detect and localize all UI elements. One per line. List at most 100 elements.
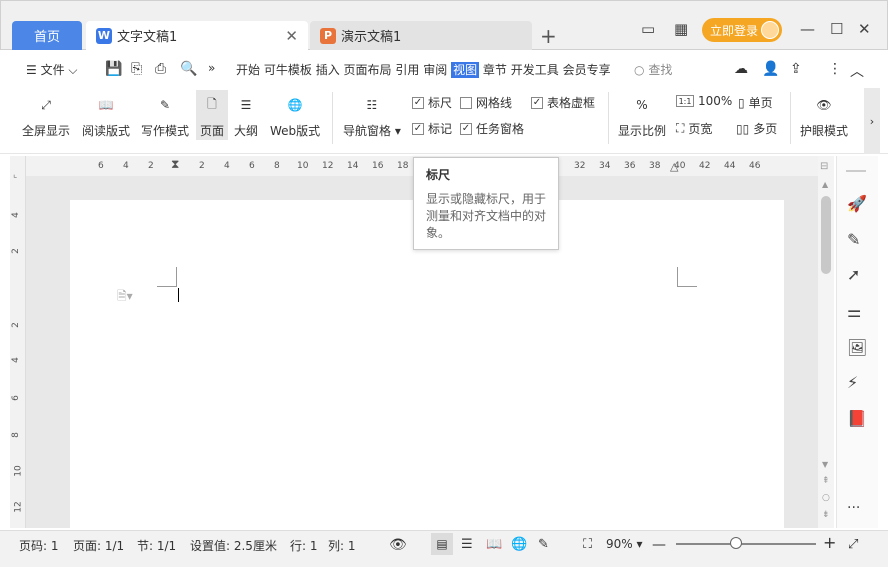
zoom-dropdown[interactable]: 90% ▾ [606,537,643,551]
close-window-icon[interactable]: ✕ [858,20,871,38]
paragraph-layout-icon[interactable]: 🗎▾ [117,287,133,308]
status-page-count[interactable]: 页面: 1/1 [73,537,124,554]
file-menu-label: 文件 [40,63,65,77]
export-icon[interactable]: ⎘ [131,61,142,77]
scroll-up-icon[interactable]: ▲ [822,180,828,189]
scroll-down-icon[interactable]: ▼ [822,460,828,469]
tab-review[interactable]: 审阅 [423,63,447,77]
next-page-icon[interactable]: ⇟ [822,510,830,520]
user-icon[interactable]: 👤 [762,61,779,77]
pen-icon[interactable]: ✎ [847,230,860,249]
zoom-slider-handle[interactable] [730,537,742,549]
maximize-icon[interactable]: ☐ [830,20,843,38]
page-width-button[interactable]: ⛶ 页宽 [676,120,712,137]
single-page-button[interactable]: ▯ 单页 [738,94,773,111]
zoom-out-icon[interactable]: — [652,537,666,553]
layout-icon[interactable]: ▭ [641,20,655,38]
table-virtual-checkbox[interactable]: ✓ 表格虚框 [531,94,595,111]
web-view-icon[interactable]: 🌐 [511,537,527,552]
zoom-slider-track[interactable] [676,543,816,545]
tab-references[interactable]: 引用 [395,63,419,77]
login-button[interactable]: 立即登录 [702,18,782,42]
rocket-icon[interactable]: 🚀 [847,194,867,213]
reading-view-icon[interactable]: 📖 [486,537,502,552]
book-search-icon[interactable]: 📕 [847,409,867,428]
mark-label: 标记 [428,122,453,136]
save-icon[interactable]: 💾 [105,61,122,77]
writing-view-icon[interactable]: ✎ [538,537,549,552]
search-box[interactable]: ○ 查找 [634,61,672,78]
browse-object-icon[interactable]: ○ [822,493,830,503]
reading-layout-button[interactable]: 📖 阅读版式 [82,94,130,139]
image-edit-icon[interactable]: 🖼 [847,338,867,357]
status-section[interactable]: 节: 1/1 [137,537,176,554]
divider [608,92,609,144]
zoom-in-icon[interactable]: + [823,533,836,552]
ruler-tick: 2 [10,248,21,254]
multi-page-icon: ▯▯ [736,121,750,136]
fullscreen-icon[interactable]: ⤢ [848,537,858,552]
web-label: Web版式 [270,124,321,138]
prev-page-icon[interactable]: ⇞ [822,476,830,486]
minimize-icon[interactable]: — [800,20,815,38]
tab-stop-icon[interactable]: ⌞ [13,170,17,180]
file-menu[interactable]: ☰ 文件 ⌵ [26,61,78,78]
tab-insert[interactable]: 插入 [316,63,340,77]
web-layout-button[interactable]: 🌐 Web版式 [270,94,320,139]
lightning-icon[interactable]: ⚡ [847,373,858,392]
page-view-status-icon[interactable]: ▤ [431,533,453,555]
chevron-down-icon: ▾ [636,537,643,551]
ribbon-scroll-right-icon[interactable]: › [864,88,880,154]
fullscreen-button[interactable]: ⤢ 全屏显示 [22,94,70,139]
tab-sections[interactable]: 章节 [483,63,507,77]
indent-marker-icon[interactable]: ⧗ [171,157,179,172]
scroll-thumb[interactable] [821,196,831,274]
outline-button[interactable]: ☰ 大纲 [234,94,258,139]
tab-start[interactable]: 开始 [236,63,260,77]
eye-care-button[interactable]: 👁 护眼模式 [800,94,848,139]
cloud-icon[interactable]: ☁ [734,61,748,77]
tab-home[interactable]: 首页 [12,21,82,50]
more-vertical-icon[interactable]: ⋮ [828,61,842,77]
tab-document[interactable]: W 文字文稿1 ✕ [86,21,308,50]
nav-pane-button[interactable]: ☷ 导航窗格 ▾ [343,94,401,139]
tab-templates[interactable]: 可牛模板 [264,63,312,77]
writing-mode-button[interactable]: ✎ 写作模式 [141,94,189,139]
sliders-icon[interactable]: ⚌ [847,302,861,321]
status-row[interactable]: 行: 1 [290,537,318,554]
mark-checkbox[interactable]: ✓ 标记 [412,120,452,137]
tab-presentation[interactable]: P 演示文稿1 [310,21,532,50]
zoom-ratio-button[interactable]: % 显示比例 [618,94,666,139]
close-tab-icon[interactable]: ✕ [285,27,298,45]
ruler-tick: 16 [372,161,384,171]
tab-page-layout[interactable]: 页面布局 [344,63,392,77]
ruler-checkbox[interactable]: ✓ 标尺 [412,94,452,111]
more-icon[interactable]: » [208,61,215,75]
right-indent-marker-icon[interactable]: △ [670,160,678,173]
page-view-button[interactable]: 🗋 页面 [196,90,228,140]
apps-grid-icon[interactable]: ▦ [674,20,688,38]
status-setting[interactable]: 设置值: 2.5厘米 [190,537,277,554]
chevron-down-icon: ⌵ [64,63,78,77]
print-icon[interactable]: ⎙ [155,61,166,77]
fit-page-icon[interactable]: ⛶ [583,537,592,552]
split-icon[interactable]: ⊟ [820,161,828,172]
multi-page-button[interactable]: ▯▯ 多页 [736,120,777,137]
new-tab-icon[interactable]: + [540,24,557,48]
tab-developer[interactable]: 开发工具 [511,63,559,77]
hundred-percent-button[interactable]: 1:1 100% [676,94,732,108]
eye-care-icon[interactable]: 👁 [389,537,407,553]
gridlines-checkbox[interactable]: 网格线 [460,94,512,111]
preview-icon[interactable]: 🔍 [180,61,197,77]
ruler-tick: 34 [599,161,611,171]
cursor-icon[interactable]: ➚ [847,265,860,284]
more-horizontal-icon[interactable]: ··· [847,500,860,516]
outline-view-icon[interactable]: ☰ [461,537,473,552]
share-icon[interactable]: ⇪ [790,61,802,77]
tab-view[interactable]: 视图 [451,62,480,78]
status-column[interactable]: 列: 1 [328,537,356,554]
status-page-number[interactable]: 页码: 1 [19,537,59,554]
collapse-ribbon-icon[interactable]: ︿ [850,61,864,81]
taskpane-checkbox[interactable]: ✓ 任务窗格 [460,120,524,137]
tab-membership[interactable]: 会员专享 [563,63,611,77]
